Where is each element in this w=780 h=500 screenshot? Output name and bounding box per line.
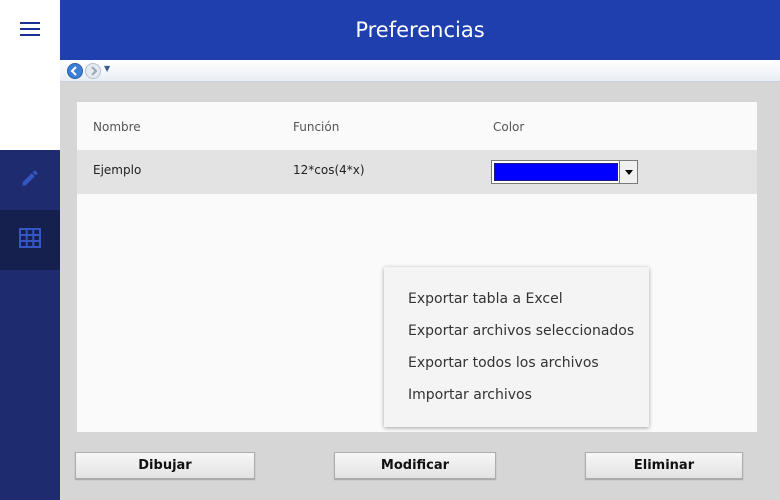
menu-item-export-all[interactable]: Exportar todos los archivos	[384, 347, 649, 379]
modify-button[interactable]: Modificar	[334, 452, 496, 479]
context-menu: Exportar tabla a Excel Exportar archivos…	[384, 267, 649, 427]
menu-item-export-excel[interactable]: Exportar tabla a Excel	[384, 283, 649, 315]
cell-funcion: 12*cos(4*x)	[293, 163, 365, 177]
pencil-icon	[20, 168, 40, 192]
sidebar-item-edit[interactable]	[0, 150, 60, 210]
forward-button[interactable]	[85, 63, 101, 79]
column-header-color: Color	[493, 120, 525, 134]
table-header: Nombre Función Color	[77, 102, 757, 150]
color-swatch	[494, 163, 618, 181]
table-row[interactable]: Ejemplo 12*cos(4*x)	[77, 150, 757, 194]
page-title: Preferencias	[355, 18, 485, 42]
color-dropdown[interactable]	[491, 160, 638, 184]
menu-item-export-selected[interactable]: Exportar archivos seleccionados	[384, 315, 649, 347]
sidebar-item-table[interactable]	[0, 210, 60, 270]
arrow-right-icon	[91, 66, 98, 76]
chevron-down-icon[interactable]	[619, 161, 637, 183]
back-button[interactable]	[67, 63, 83, 79]
column-header-funcion: Función	[293, 120, 340, 134]
menu-item-import[interactable]: Importar archivos	[384, 379, 649, 411]
table-grid-icon	[19, 228, 41, 252]
header-bar: Preferencias	[60, 0, 780, 60]
column-header-nombre: Nombre	[93, 120, 141, 134]
history-dropdown-icon[interactable]: ▼	[104, 64, 110, 73]
browser-toolbar: ▼	[60, 60, 780, 82]
hamburger-icon[interactable]	[20, 22, 40, 38]
delete-button[interactable]: Eliminar	[585, 452, 743, 479]
draw-button[interactable]: Dibujar	[75, 452, 255, 479]
sidebar-top	[0, 0, 60, 150]
sidebar	[0, 0, 60, 500]
arrow-left-icon	[70, 66, 77, 76]
cell-nombre: Ejemplo	[93, 163, 142, 177]
